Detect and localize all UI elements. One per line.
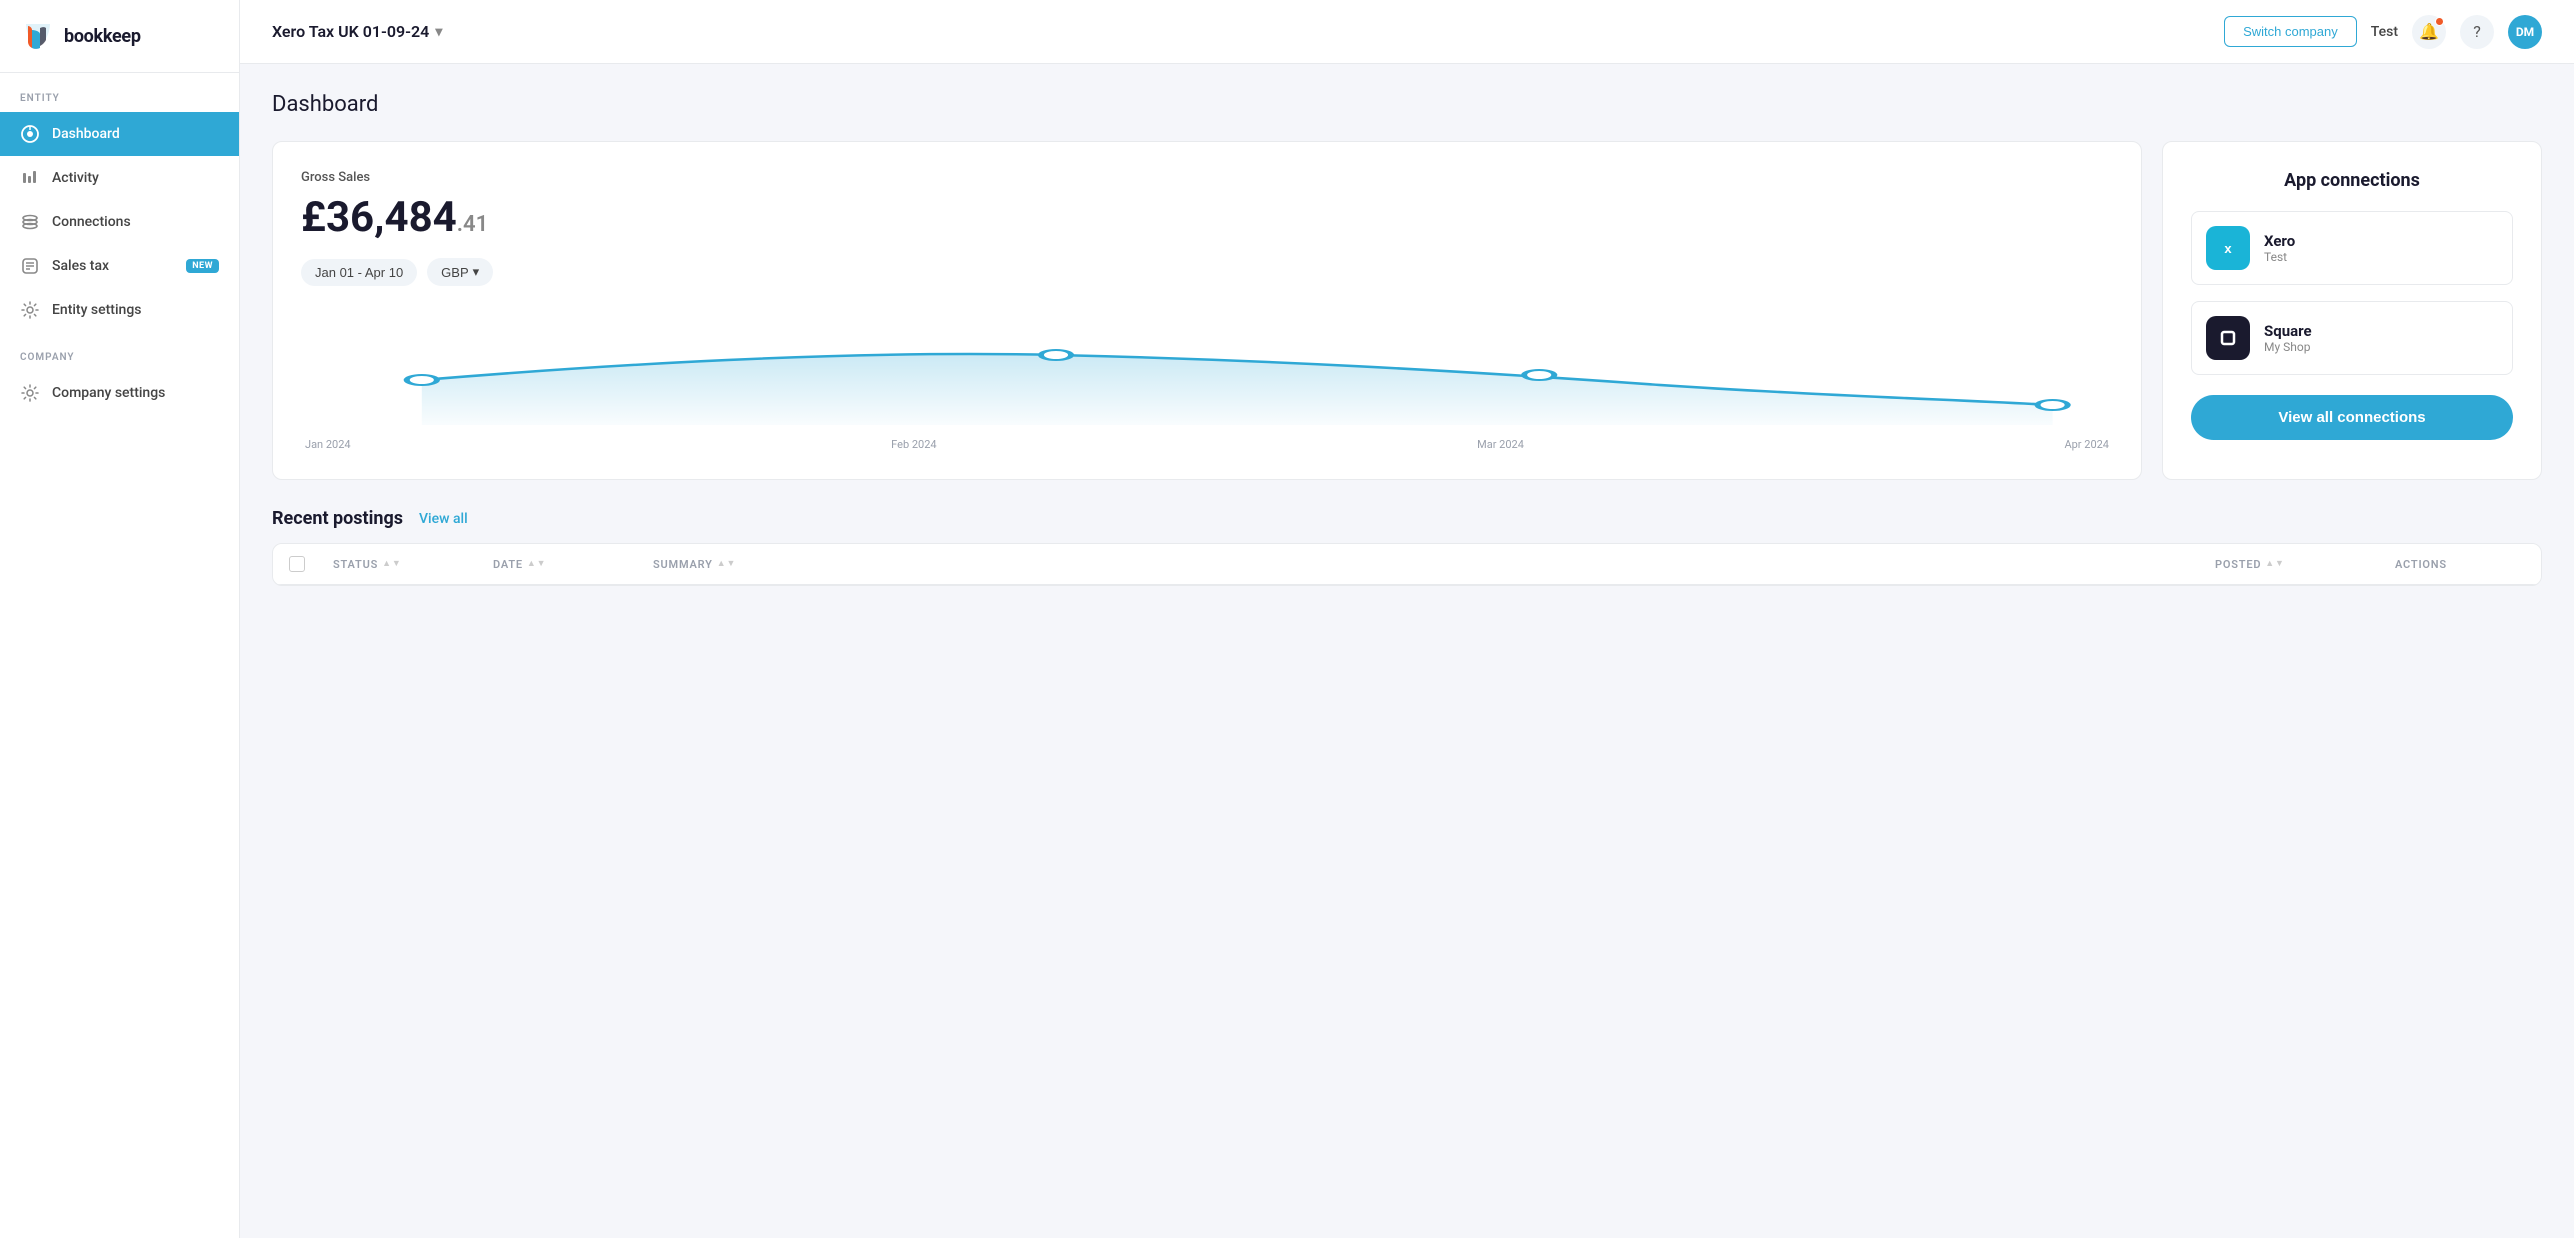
- gross-sales-card: Gross Sales £36,484 .41 Jan 01 - Apr 10 …: [272, 141, 2142, 480]
- user-name: Test: [2371, 24, 2398, 40]
- sidebar-item-connections[interactable]: Connections: [0, 200, 239, 244]
- sidebar-item-entity-settings[interactable]: Entity settings: [0, 288, 239, 332]
- select-all-checkbox[interactable]: [289, 556, 305, 572]
- new-badge: NEW: [186, 259, 219, 273]
- entity-settings-label: Entity settings: [52, 302, 141, 318]
- gross-sales-label: Gross Sales: [301, 170, 2113, 185]
- status-label: STATUS: [333, 558, 378, 571]
- entity-settings-icon: [20, 300, 40, 320]
- sidebar-navigation: ENTITY Dashboard Activity: [0, 73, 239, 1238]
- date-sort-icon[interactable]: ▲▼: [527, 560, 546, 569]
- recent-postings-section: Recent postings View all STATUS ▲▼ DATE …: [272, 508, 2542, 586]
- square-logo: [2206, 316, 2250, 360]
- sidebar-item-activity[interactable]: Activity: [0, 156, 239, 200]
- header: Xero Tax UK 01-09-24 ▾ Switch company Te…: [240, 0, 2574, 64]
- currency-chevron-icon: ▾: [473, 264, 480, 280]
- header-right: Switch company Test 🔔 ? DM: [2224, 15, 2542, 49]
- currency-pill[interactable]: GBP ▾: [427, 258, 493, 286]
- app-connections-card: App connections x Xero Test: [2162, 141, 2542, 480]
- company-section-label: COMPANY: [0, 332, 239, 371]
- amount-decimal: .41: [457, 212, 488, 237]
- switch-company-button[interactable]: Switch company: [2224, 16, 2357, 47]
- date-label: DATE: [493, 558, 523, 571]
- view-all-connections-button[interactable]: View all connections: [2191, 395, 2513, 440]
- square-sub: My Shop: [2264, 340, 2312, 354]
- recent-postings-header: Recent postings View all: [272, 508, 2542, 529]
- company-settings-label: Company settings: [52, 385, 165, 401]
- activity-icon: [20, 168, 40, 188]
- dashboard-grid: Gross Sales £36,484 .41 Jan 01 - Apr 10 …: [272, 141, 2542, 480]
- brand-name: bookkeep: [64, 26, 141, 47]
- dashboard-label: Dashboard: [52, 126, 120, 142]
- table-header: STATUS ▲▼ DATE ▲▼ SUMMARY ▲▼ POSTED ▲▼: [273, 544, 2541, 585]
- connections-icon: [20, 212, 40, 232]
- square-connection-item[interactable]: Square My Shop: [2191, 301, 2513, 375]
- chart-area: [301, 310, 2113, 430]
- user-avatar[interactable]: DM: [2508, 15, 2542, 49]
- chart-label-jan: Jan 2024: [305, 438, 351, 451]
- recent-postings-title: Recent postings: [272, 508, 403, 529]
- xero-sub: Test: [2264, 250, 2295, 264]
- xero-name: Xero: [2264, 232, 2295, 250]
- logo-icon: [20, 18, 56, 54]
- actions-column-header: ACTIONS: [2395, 556, 2525, 572]
- date-controls: Jan 01 - Apr 10 GBP ▾: [301, 258, 2113, 286]
- checkbox-header-cell: [289, 556, 333, 572]
- status-column-header: STATUS ▲▼: [333, 556, 493, 572]
- svg-text:x: x: [2224, 241, 2232, 256]
- summary-column-header: SUMMARY ▲▼: [653, 556, 2215, 572]
- chevron-down-icon: ▾: [435, 24, 442, 40]
- chart-label-apr: Apr 2024: [2064, 438, 2109, 451]
- sidebar-item-company-settings[interactable]: Company settings: [0, 371, 239, 415]
- sales-tax-icon: [20, 256, 40, 276]
- posted-label: POSTED: [2215, 558, 2261, 571]
- chart-label-mar: Mar 2024: [1477, 438, 1524, 451]
- summary-sort-icon[interactable]: ▲▼: [717, 560, 736, 569]
- sales-tax-label: Sales tax: [52, 258, 109, 274]
- dashboard-icon: [20, 124, 40, 144]
- connections-label: Connections: [52, 214, 131, 230]
- xero-connection-item[interactable]: x Xero Test: [2191, 211, 2513, 285]
- chart-labels: Jan 2024 Feb 2024 Mar 2024 Apr 2024: [301, 438, 2113, 451]
- notifications-button[interactable]: 🔔: [2412, 15, 2446, 49]
- amount-main: £36,484: [301, 193, 457, 242]
- sidebar-logo: bookkeep: [0, 0, 239, 73]
- chart-label-feb: Feb 2024: [891, 438, 936, 451]
- date-range-pill[interactable]: Jan 01 - Apr 10: [301, 259, 417, 286]
- company-settings-icon: [20, 383, 40, 403]
- page-title: Dashboard: [272, 92, 2542, 117]
- date-column-header: DATE ▲▼: [493, 556, 653, 572]
- app-connections-title: App connections: [2191, 170, 2513, 191]
- square-name: Square: [2264, 322, 2312, 340]
- notification-dot: [2435, 17, 2444, 26]
- status-sort-icon[interactable]: ▲▼: [382, 560, 401, 569]
- company-dropdown[interactable]: Xero Tax UK 01-09-24 ▾: [272, 22, 442, 41]
- posted-sort-icon[interactable]: ▲▼: [2265, 560, 2284, 569]
- company-name: Xero Tax UK 01-09-24: [272, 22, 429, 41]
- square-connection-info: Square My Shop: [2264, 322, 2312, 354]
- gross-sales-chart: [301, 310, 2113, 430]
- view-all-postings-link[interactable]: View all: [419, 511, 468, 527]
- main-content: Xero Tax UK 01-09-24 ▾ Switch company Te…: [240, 0, 2574, 1238]
- actions-label: ACTIONS: [2395, 558, 2447, 571]
- posted-column-header: POSTED ▲▼: [2215, 556, 2395, 572]
- xero-connection-info: Xero Test: [2264, 232, 2295, 264]
- summary-label: SUMMARY: [653, 558, 713, 571]
- activity-label: Activity: [52, 170, 99, 186]
- recent-postings-table: STATUS ▲▼ DATE ▲▼ SUMMARY ▲▼ POSTED ▲▼: [272, 543, 2542, 586]
- sidebar: bookkeep ENTITY Dashboard: [0, 0, 240, 1238]
- currency-label: GBP: [441, 265, 468, 280]
- help-button[interactable]: ?: [2460, 15, 2494, 49]
- entity-section-label: ENTITY: [0, 73, 239, 112]
- sidebar-item-sales-tax[interactable]: Sales tax NEW: [0, 244, 239, 288]
- page-content: Dashboard Gross Sales £36,484 .41 Jan 01…: [240, 64, 2574, 1238]
- sidebar-item-dashboard[interactable]: Dashboard: [0, 112, 239, 156]
- gross-sales-amount: £36,484 .41: [301, 193, 2113, 242]
- xero-logo: x: [2206, 226, 2250, 270]
